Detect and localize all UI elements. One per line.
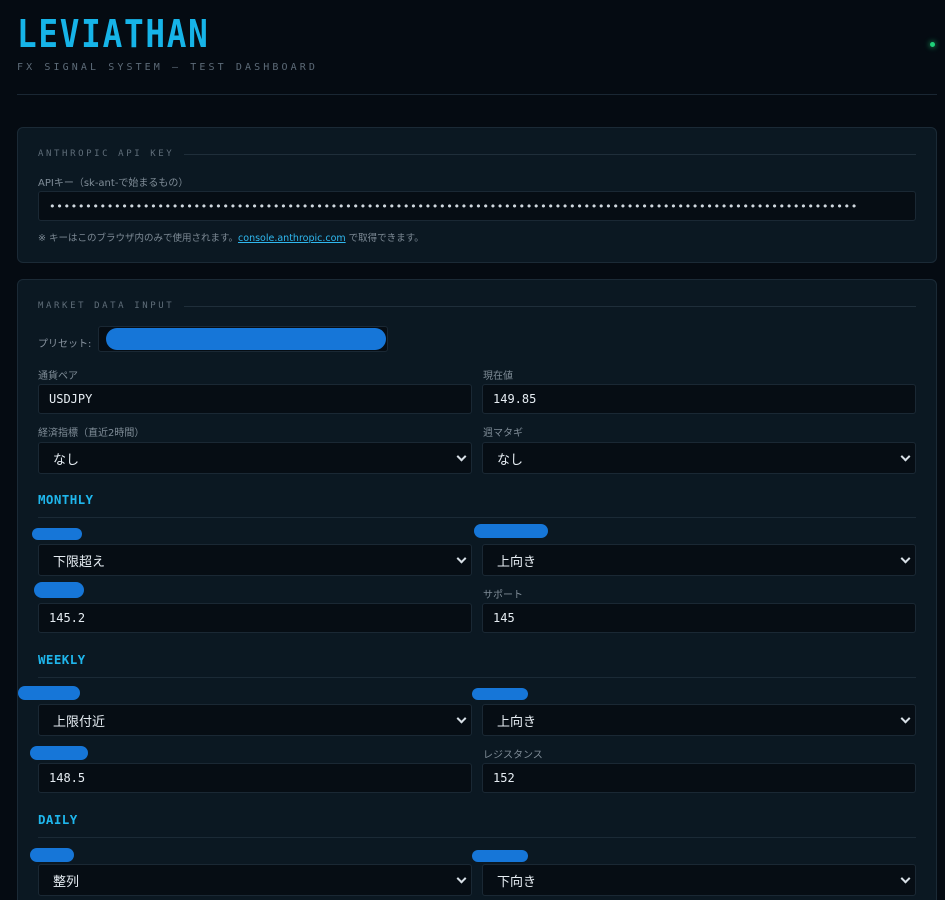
redaction-mark [472,688,528,700]
weekly-select-right-value: 上向き [497,714,537,730]
chevron-down-icon [456,451,467,462]
monthly-support-input[interactable]: 145 [482,603,916,633]
market-section-title: MARKET DATA INPUT [38,301,916,311]
monthly-input-left-value: 145.2 [49,611,86,625]
api-key-panel: ANTHROPIC API KEY APIキー（sk-ant-で始まるもの） •… [17,127,937,263]
daily-select-left-value: 整列 [53,874,80,890]
console-link[interactable]: console.anthropic.com [238,233,346,244]
weekly-resistance-input[interactable]: 152 [482,763,916,793]
monthly-select-left-value: 下限超え [53,554,106,570]
api-key-label: APIキー（sk-ant-で始まるもの） [38,178,189,189]
weekcross-select[interactable]: なし [482,442,916,474]
market-data-panel: MARKET DATA INPUT プリセット: 通貨ペア USDJPY 現在値… [17,279,937,900]
api-section-title: ANTHROPIC API KEY [38,149,916,159]
chevron-down-icon [456,713,467,724]
monthly-title: MONTHLY [38,492,916,518]
redaction-mark [472,850,528,862]
daily-select-right[interactable]: 下向き [482,864,916,896]
api-key-note: ※ キーはこのブラウザ内のみで使用されます。console.anthropic.… [38,233,424,244]
pair-label: 通貨ペア [38,371,78,382]
header-divider [17,94,937,95]
support-label: サポート [483,590,523,601]
chevron-down-icon [900,713,911,724]
redaction-mark [18,686,80,700]
app-subtitle: FX SIGNAL SYSTEM — TEST DASHBOARD [17,62,318,73]
price-value: 149.85 [493,392,537,406]
preset-label: プリセット: [38,339,92,350]
monthly-select-right[interactable]: 上向き [482,544,916,576]
weekly-input-left[interactable]: 148.5 [38,763,472,793]
monthly-select-right-value: 上向き [497,554,537,570]
redaction-mark [30,746,88,760]
econ-value: なし [53,452,80,468]
pair-input[interactable]: USDJPY [38,384,472,414]
redaction-mark [106,328,386,350]
redaction-mark [474,524,548,538]
pair-value: USDJPY [49,392,93,406]
weekly-select-left-value: 上限付近 [53,714,106,730]
weekly-input-left-value: 148.5 [49,771,86,785]
monthly-select-left[interactable]: 下限超え [38,544,472,576]
app-header: LEVIATHAN FX SIGNAL SYSTEM — TEST DASHBO… [17,12,937,73]
daily-select-right-value: 下向き [497,874,537,890]
api-key-input[interactable]: ••••••••••••••••••••••••••••••••••••••••… [38,191,916,221]
api-key-masked-value: ••••••••••••••••••••••••••••••••••••••••… [49,199,858,213]
price-input[interactable]: 149.85 [482,384,916,414]
monthly-support-value: 145 [493,611,515,625]
monthly-input-left[interactable]: 145.2 [38,603,472,633]
redaction-mark [30,848,74,862]
resistance-label: レジスタンス [483,750,543,761]
weekcross-value: なし [497,452,524,468]
chevron-down-icon [900,553,911,564]
econ-select[interactable]: なし [38,442,472,474]
weekly-select-left[interactable]: 上限付近 [38,704,472,736]
chevron-down-icon [456,553,467,564]
weekly-select-right[interactable]: 上向き [482,704,916,736]
weekcross-label: 週マタギ [483,428,523,439]
price-label: 現在値 [483,371,513,382]
chevron-down-icon [900,451,911,462]
chevron-down-icon [456,873,467,884]
econ-label: 経済指標（直近2時間） [38,428,145,439]
daily-title: DAILY [38,812,916,838]
weekly-resistance-value: 152 [493,771,515,785]
chevron-down-icon [900,873,911,884]
status-indicator-icon [930,42,935,47]
redaction-mark [32,528,82,540]
daily-select-left[interactable]: 整列 [38,864,472,896]
app-logo: LEVIATHAN [17,12,210,56]
redaction-mark [34,582,84,598]
weekly-title: WEEKLY [38,652,916,678]
